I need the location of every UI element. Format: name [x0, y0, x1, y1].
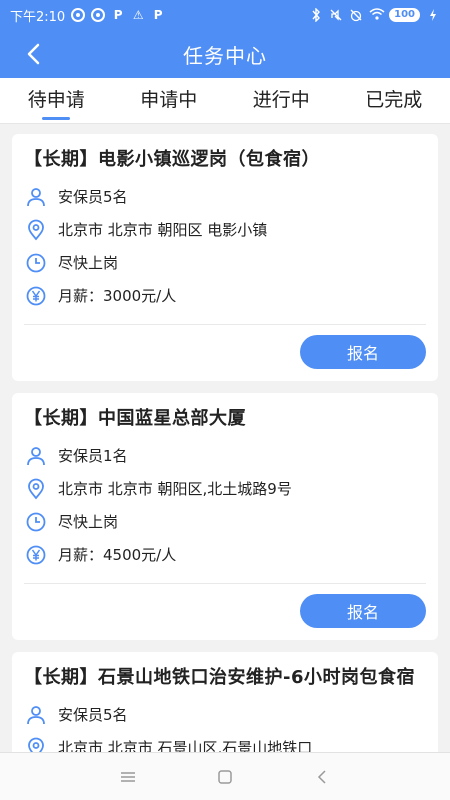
- yen-icon: [24, 284, 48, 308]
- task-location: 北京市 北京市 朝阳区 电影小镇: [58, 221, 268, 239]
- task-time: 尽快上岗: [58, 513, 119, 531]
- p-icon: P: [113, 8, 123, 22]
- apply-button[interactable]: 报名: [300, 594, 426, 628]
- page-title: 任务中心: [183, 43, 267, 68]
- task-people: 安保员1名: [58, 447, 128, 465]
- person-icon: [24, 185, 48, 209]
- location-pin-icon: [24, 218, 48, 242]
- clock-icon: [24, 251, 48, 275]
- system-nav-bar: [0, 752, 450, 800]
- bluetooth-icon: [309, 7, 323, 23]
- task-time: 尽快上岗: [58, 254, 119, 272]
- task-card[interactable]: 【长期】中国蓝星总部大厦 安保员1名 北京市 北京市 朝阳区,北土城路9号 尽快…: [12, 393, 438, 640]
- task-card[interactable]: 【长期】电影小镇巡逻岗（包食宿） 安保员5名 北京市 北京市 朝阳区 电影小镇 …: [12, 134, 438, 381]
- tab-applying[interactable]: 申请中: [113, 78, 226, 123]
- task-title: 【长期】电影小镇巡逻岗（包食宿）: [24, 149, 320, 170]
- yen-icon: [24, 543, 48, 567]
- menu-icon[interactable]: [114, 763, 142, 791]
- task-time-row: 尽快上岗: [24, 246, 426, 279]
- title-bar: 任务中心: [0, 30, 450, 78]
- task-time-row: 尽快上岗: [24, 505, 426, 538]
- task-location-row: 北京市 北京市 朝阳区 电影小镇: [24, 213, 426, 246]
- location-pin-icon: [24, 477, 48, 501]
- task-people: 安保员5名: [58, 188, 128, 206]
- status-time: 下午2:10: [10, 9, 66, 25]
- charging-icon: [426, 8, 440, 22]
- status-bar: 下午2:10 P ⚠ P 100: [0, 0, 450, 30]
- task-location: 北京市 北京市 朝阳区,北土城路9号: [58, 480, 292, 498]
- task-salary: 月薪：3000元/人: [58, 287, 177, 305]
- task-title: 【长期】石景山地铁口治安维护-6小时岗包食宿: [24, 667, 415, 688]
- home-square-icon[interactable]: [211, 763, 239, 791]
- p-icon: P: [153, 8, 163, 22]
- task-people-row: 安保员5名: [24, 698, 426, 731]
- chevron-left-icon[interactable]: [20, 40, 48, 68]
- location-pin-icon: [24, 736, 48, 752]
- battery-icon: 100: [389, 8, 420, 22]
- mute-icon: [329, 8, 343, 22]
- alarm-off-icon: [349, 8, 363, 22]
- tab-pending[interactable]: 待申请: [0, 78, 113, 123]
- wifi-icon: [369, 8, 385, 22]
- task-location: 北京市 北京市 石景山区,石景山地铁口: [58, 739, 313, 752]
- warning-icon: ⚠: [132, 8, 144, 22]
- task-people: 安保员5名: [58, 706, 128, 724]
- task-location-row: 北京市 北京市 石景山区,石景山地铁口: [24, 731, 426, 752]
- tab-completed[interactable]: 已完成: [338, 78, 450, 123]
- pinwheel-icon: [91, 8, 106, 22]
- person-icon: [24, 444, 48, 468]
- task-salary-row: 月薪：3000元/人: [24, 279, 426, 312]
- tab-in-progress[interactable]: 进行中: [225, 78, 338, 123]
- task-salary: 月薪：4500元/人: [58, 546, 177, 564]
- task-list[interactable]: 【长期】电影小镇巡逻岗（包食宿） 安保员5名 北京市 北京市 朝阳区 电影小镇 …: [0, 124, 450, 752]
- apply-button[interactable]: 报名: [300, 335, 426, 369]
- task-title: 【长期】中国蓝星总部大厦: [24, 408, 246, 429]
- back-triangle-icon[interactable]: [308, 763, 336, 791]
- person-icon: [24, 703, 48, 727]
- task-salary-row: 月薪：4500元/人: [24, 538, 426, 571]
- pinwheel-icon: [71, 8, 86, 22]
- task-location-row: 北京市 北京市 朝阳区,北土城路9号: [24, 472, 426, 505]
- task-people-row: 安保员1名: [24, 439, 426, 472]
- task-card[interactable]: 【长期】石景山地铁口治安维护-6小时岗包食宿 安保员5名 北京市 北京市 石景山…: [12, 652, 438, 752]
- tab-bar: 待申请 申请中 进行中 已完成: [0, 78, 450, 124]
- clock-icon: [24, 510, 48, 534]
- task-people-row: 安保员5名: [24, 180, 426, 213]
